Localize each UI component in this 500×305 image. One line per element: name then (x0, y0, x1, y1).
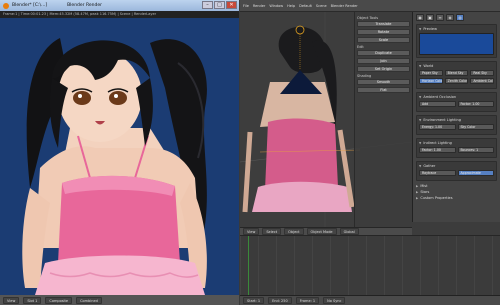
render-result-image (0, 18, 239, 295)
view-menu[interactable]: View (243, 228, 260, 235)
sync-select[interactable]: No Sync (323, 297, 346, 304)
ambient-occlusion-panel: ▼ Ambient Occlusion Add Factor: 1.00 (416, 92, 497, 112)
blend-sky-checkbox[interactable]: Blend Sky (444, 70, 469, 76)
menu-file[interactable]: File (243, 4, 249, 8)
camera-icon[interactable]: ◉ (416, 14, 424, 21)
panel-title: Ambient Occlusion (423, 95, 457, 99)
world-icon[interactable]: ◍ (456, 14, 464, 21)
mode-select[interactable]: Object Mode (306, 228, 337, 235)
gather-panel: ▼ Gather Raytrace Approximate (416, 161, 497, 181)
indirect-bounces-field[interactable]: Bounces: 1 (457, 147, 494, 153)
current-frame-field[interactable]: Frame: 1 (295, 297, 320, 304)
indirect-lighting-panel: ▼ Indirect Lighting Factor: 1.00 Bounces:… (416, 138, 497, 158)
render-window: Blender* [C:\...] Blender Render – □ ✕ F… (0, 0, 239, 305)
preview-panel: ▼ Preview (416, 24, 497, 58)
scene-select[interactable]: Scene (316, 4, 327, 8)
expand-icon[interactable]: ▼ (419, 118, 421, 122)
properties-editor: ◉ ▣ ≡ ◈ ◍ ▼ Preview ▼ World Paper Sky Blen… (412, 12, 500, 222)
env-color-select[interactable]: Sky Color (457, 124, 494, 130)
custom-properties-header[interactable]: ▶ Custom Properties (416, 196, 497, 200)
horizon-color-field[interactable]: Horizon Color (419, 78, 443, 84)
view-menu[interactable]: View (3, 296, 20, 304)
rotate-button[interactable]: Rotate (357, 29, 410, 35)
expand-icon[interactable]: ▼ (419, 95, 421, 99)
panel-title: Indirect Lighting (423, 141, 452, 145)
layers-icon[interactable]: ≡ (436, 14, 444, 21)
render-window-title: Blender* [C:\...] (12, 3, 48, 8)
collapsed-icon: ▶ (416, 196, 419, 200)
render-window-titlebar: Blender* [C:\...] Blender Render – □ ✕ (0, 0, 239, 11)
blender-main-window: File Render Window Help Default Scene Bl… (240, 0, 500, 305)
expand-icon[interactable]: ▼ (419, 164, 421, 168)
gather-approximate-toggle[interactable]: Approximate (457, 170, 494, 176)
slot-select[interactable]: Slot 1 (23, 296, 42, 304)
render-icon[interactable]: ▣ (426, 14, 434, 21)
environment-lighting-panel: ▼ Environment Lighting Energy: 1.00 Sky C… (416, 115, 497, 135)
collapsed-icon: ▶ (416, 184, 419, 188)
render-window-subtitle: Blender Render (67, 3, 102, 8)
collapsed-icon: ▶ (416, 190, 419, 194)
panel-title: Environment Lighting (423, 118, 461, 122)
expand-icon[interactable]: ▼ (419, 64, 421, 68)
indirect-factor-field[interactable]: Factor: 1.00 (419, 147, 456, 153)
expand-icon[interactable]: ▼ (419, 27, 421, 31)
panel-title: Mist (420, 184, 428, 188)
stars-panel-header[interactable]: ▶ Stars (416, 190, 497, 194)
blender-top-menu: File Render Window Help Default Scene Bl… (240, 0, 500, 12)
panel-title: Preview (423, 27, 437, 31)
ao-factor-field[interactable]: Factor: 1.00 (457, 101, 494, 107)
current-frame-marker[interactable] (248, 236, 249, 296)
render-info-bar: Frame:1 | Time:00:01.23 | Mem:45.32M (58… (0, 11, 239, 18)
translate-button[interactable]: Translate (357, 21, 410, 27)
menu-help[interactable]: Help (287, 4, 295, 8)
start-frame-field[interactable]: Start: 1 (243, 297, 265, 304)
ambient-color-field[interactable]: Ambient Color (470, 78, 495, 84)
menu-window[interactable]: Window (269, 4, 283, 8)
select-menu[interactable]: Select (262, 228, 282, 235)
world-preview-swatch (419, 33, 494, 55)
panel-title: Gather (423, 164, 436, 168)
join-button[interactable]: Join (357, 58, 410, 64)
blender-logo-icon (3, 2, 9, 9)
paper-sky-checkbox[interactable]: Paper Sky (419, 70, 443, 76)
world-panel: ▼ World Paper Sky Blend Sky Real Sky Hori… (416, 61, 497, 89)
composite-select[interactable]: Composite (45, 296, 73, 304)
end-frame-field[interactable]: End: 250 (268, 297, 292, 304)
gather-raytrace-toggle[interactable]: Raytrace (419, 170, 456, 176)
mist-panel-header[interactable]: ▶ Mist (416, 184, 497, 188)
panel-title: World (423, 64, 434, 68)
timeline-header: Start: 1 End: 250 Frame: 1 No Sync (240, 295, 500, 305)
render-window-bottombar: View Slot 1 Composite Combined (0, 295, 239, 305)
tool-section-label: Object Tools (357, 16, 379, 20)
panel-title: Stars (420, 190, 430, 194)
maximize-button[interactable]: □ (214, 1, 225, 9)
panel-title: Custom Properties (420, 196, 453, 200)
tool-section-label: Shading (357, 74, 372, 78)
render-engine-select[interactable]: Blender Render (331, 4, 358, 8)
orientation-select[interactable]: Global (339, 228, 359, 235)
flat-button[interactable]: Flat (357, 87, 410, 93)
smooth-button[interactable]: Smooth (357, 79, 410, 85)
tool-section-label: Edit (357, 45, 364, 49)
minimize-button[interactable]: – (202, 1, 213, 9)
expand-icon[interactable]: ▼ (419, 141, 421, 145)
properties-tabs: ◉ ▣ ≡ ◈ ◍ (416, 14, 497, 21)
env-energy-field[interactable]: Energy: 1.00 (419, 124, 456, 130)
scale-button[interactable]: Scale (357, 37, 410, 43)
close-button[interactable]: ✕ (226, 1, 237, 9)
zenith-color-field[interactable]: Zenith Color (444, 78, 469, 84)
rendered-character-illustration (0, 18, 239, 295)
3d-view-header: View Select Object Object Mode Global (240, 227, 412, 235)
scene-icon[interactable]: ◈ (446, 14, 454, 21)
timeline-editor[interactable] (240, 235, 500, 296)
pass-select[interactable]: Combined (76, 296, 102, 304)
ao-blend-select[interactable]: Add (419, 101, 456, 107)
set-origin-button[interactable]: Set Origin (357, 66, 410, 72)
duplicate-button[interactable]: Duplicate (357, 50, 410, 56)
real-sky-checkbox[interactable]: Real Sky (470, 70, 495, 76)
object-menu[interactable]: Object (284, 228, 304, 235)
menu-render[interactable]: Render (253, 4, 265, 8)
tool-shelf: Object Tools Translate Rotate Scale Edit… (354, 12, 412, 227)
screen-layout-select[interactable]: Default (299, 4, 312, 8)
